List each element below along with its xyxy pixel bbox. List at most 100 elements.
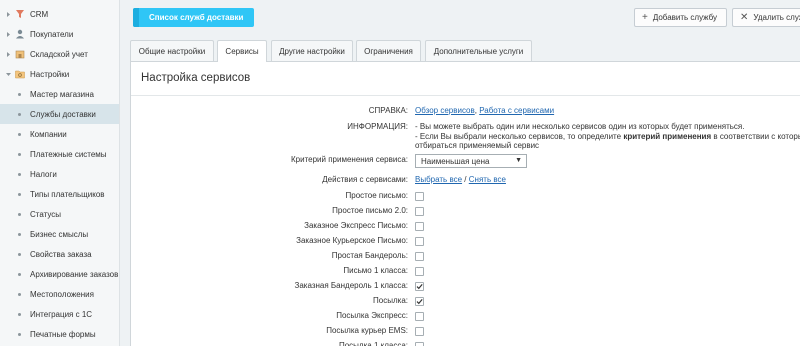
sidebar-item-label: Складской учет	[30, 49, 88, 59]
sidebar-item-label: Местоположения	[30, 289, 94, 299]
sidebar-item-payer-types[interactable]: Типы плательщиков	[0, 184, 119, 204]
service-checkbox[interactable]	[415, 296, 424, 306]
services-overview-link[interactable]: Обзор сервисов	[415, 106, 475, 115]
sidebar-item-1c-integration[interactable]: Интеграция с 1С	[0, 304, 119, 324]
select-all-link[interactable]: Выбрать все	[415, 175, 462, 184]
tab-general-settings[interactable]: Общие настройки	[130, 40, 214, 61]
service-checkbox[interactable]	[415, 191, 424, 201]
service-checkbox[interactable]	[415, 221, 424, 231]
service-label: Посылка курьер EMS:	[326, 326, 408, 335]
sidebar-item-payment-systems[interactable]: Платежные системы	[0, 144, 119, 164]
bullet-icon	[18, 92, 21, 96]
info-label: ИНФОРМАЦИЯ:	[347, 122, 408, 131]
sidebar-item-label: Интеграция с 1С	[30, 309, 93, 319]
service-label: Письмо 1 класса:	[343, 266, 408, 275]
service-label: Простое письмо 2.0:	[332, 206, 408, 215]
tab-restrictions[interactable]: Ограничения	[356, 40, 421, 61]
sidebar-item-label: Статусы	[30, 209, 62, 219]
add-service-button[interactable]: + Добавить службу	[634, 8, 727, 27]
caret-down-icon: ▼	[515, 157, 522, 164]
sidebar-item-order-archiving[interactable]: Архивирование заказов	[0, 264, 119, 284]
service-checkbox[interactable]	[415, 341, 424, 346]
info-line: отбираться применяемый сервис	[415, 141, 540, 150]
service-label: Заказное Курьерское Письмо:	[296, 236, 408, 245]
deselect-all-link[interactable]: Снять все	[469, 175, 506, 184]
bullet-icon	[18, 172, 21, 176]
services-panel: Настройка сервисов СПРАВКА: Обзор сервис…	[130, 61, 800, 346]
sidebar-item-label: Печатные формы	[30, 329, 96, 339]
sidebar-item-label: Бизнес смыслы	[30, 229, 89, 239]
service-label: Заказная Бандероль 1 класса:	[294, 281, 408, 290]
actions-label: Действия с сервисами:	[322, 175, 408, 184]
sidebar-item-business-meanings[interactable]: Бизнес смыслы	[0, 224, 119, 244]
delete-service-button[interactable]: ✕ Удалить служ	[732, 8, 800, 27]
criteria-value: Наименьшая цена	[421, 156, 490, 166]
bullet-icon	[18, 212, 21, 216]
sidebar-item-label: Службы доставки	[30, 109, 96, 119]
tab-label: Сервисы	[225, 47, 259, 56]
tab-label: Ограничения	[364, 46, 413, 56]
tab-services[interactable]: Сервисы	[217, 40, 267, 62]
chevron-down-icon[interactable]	[5, 71, 11, 77]
sidebar-item-label: Архивирование заказов	[30, 269, 119, 279]
sidebar-item-label: Налоги	[30, 169, 57, 179]
breadcrumb-label: Список служб доставки	[149, 13, 244, 22]
service-checkbox[interactable]	[415, 281, 424, 291]
service-label: Заказное Экспресс Письмо:	[304, 221, 408, 230]
sidebar-item-companies[interactable]: Компании	[0, 124, 119, 144]
sidebar-item-warehouse[interactable]: Складской учет	[0, 44, 119, 64]
sidebar-item-taxes[interactable]: Налоги	[0, 164, 119, 184]
chevron-right-icon[interactable]	[5, 11, 11, 17]
service-checkbox[interactable]	[415, 251, 424, 261]
sidebar-item-delivery-services[interactable]: Службы доставки	[0, 104, 119, 124]
service-checkbox[interactable]	[415, 206, 424, 216]
tab-other-settings[interactable]: Другие настройки	[271, 40, 353, 61]
add-service-label: Добавить службу	[652, 13, 718, 22]
close-icon: ✕	[740, 12, 749, 23]
service-checkbox[interactable]	[415, 326, 424, 336]
criteria-select[interactable]: Наименьшая цена ▼	[415, 154, 527, 168]
bullet-icon	[18, 152, 21, 156]
page-title: Настройка сервисов	[141, 72, 251, 84]
chevron-right-icon[interactable]	[5, 31, 11, 37]
sidebar-item-label: CRM	[30, 9, 49, 19]
sidebar-item-order-properties[interactable]: Свойства заказа	[0, 244, 119, 264]
chevron-right-icon[interactable]	[5, 51, 11, 57]
toolbar: Список служб доставки + Добавить службу …	[121, 0, 800, 36]
bullet-icon	[18, 232, 21, 236]
service-checkbox[interactable]	[415, 311, 424, 321]
bullet-icon	[18, 192, 21, 196]
sidebar-item-label: Мастер магазина	[30, 89, 94, 99]
sidebar-item-statuses[interactable]: Статусы	[0, 204, 119, 224]
folder-settings-icon	[15, 69, 25, 79]
sidebar-item-label: Свойства заказа	[30, 249, 92, 259]
sidebar-item-label: Платежные системы	[30, 149, 107, 159]
service-label: Посылка 1 класса:	[338, 341, 408, 346]
service-checkbox[interactable]	[415, 266, 424, 276]
bullet-icon	[18, 332, 21, 336]
sidebar-item-settings[interactable]: Настройки	[0, 64, 119, 84]
bullet-icon	[18, 132, 21, 136]
tab-extra-services[interactable]: Дополнительные услуги	[425, 40, 532, 61]
criteria-label: Критерий применения сервиса:	[290, 155, 408, 164]
tab-label: Общие настройки	[138, 46, 206, 56]
user-icon	[15, 29, 25, 39]
breadcrumb-delivery-list[interactable]: Список служб доставки	[133, 8, 254, 27]
bullet-icon	[18, 292, 21, 296]
bullet-icon	[18, 252, 21, 256]
divider	[131, 95, 800, 96]
sidebar-item-print-forms[interactable]: Печатные формы	[0, 324, 119, 344]
sidebar-item-label: Настройки	[30, 69, 70, 79]
actions-links: Выбрать все / Снять все	[415, 175, 506, 184]
sidebar-item-label: Компании	[30, 129, 67, 139]
sidebar-item-locations[interactable]: Местоположения	[0, 284, 119, 304]
delete-service-label: Удалить служ	[753, 13, 800, 22]
sidebar-item-store-wizard[interactable]: Мастер магазина	[0, 84, 119, 104]
checkmark-icon	[416, 298, 423, 304]
info-text: - Вы можете выбрать один или несколько с…	[415, 122, 800, 151]
bullet-icon	[18, 112, 21, 116]
sidebar-item-crm[interactable]: CRM	[0, 4, 119, 24]
working-with-services-link[interactable]: Работа с сервисами	[479, 106, 554, 115]
service-checkbox[interactable]	[415, 236, 424, 246]
sidebar-item-customers[interactable]: Покупатели	[0, 24, 119, 44]
